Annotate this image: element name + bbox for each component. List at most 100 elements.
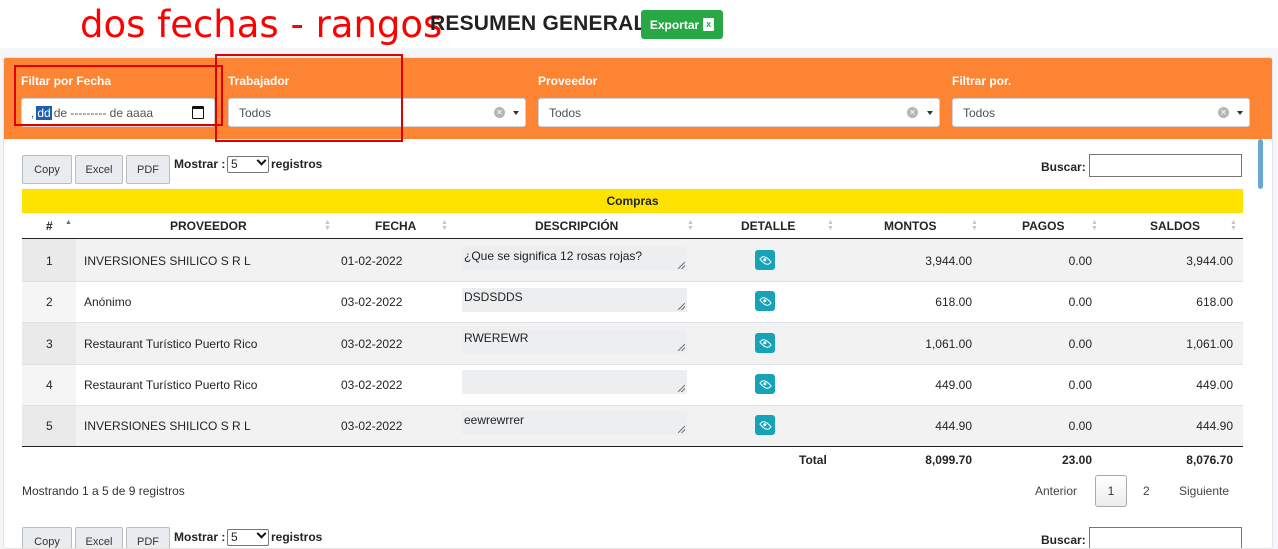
length-suffix: registros bbox=[271, 157, 323, 171]
vertical-scrollbar[interactable] bbox=[1258, 139, 1263, 189]
row-fecha: 01-02-2022 bbox=[341, 254, 403, 268]
row-proveedor: INVERSIONES SHILICO S R L bbox=[84, 254, 251, 268]
description-textarea[interactable]: eewrewrrer bbox=[462, 411, 687, 435]
clear-icon[interactable]: ✕ bbox=[1218, 107, 1229, 118]
sort-icon: ▲ ▼ bbox=[441, 219, 448, 232]
detail-button[interactable] bbox=[755, 415, 775, 435]
row-pagos: 0.00 bbox=[1068, 295, 1092, 309]
row-proveedor: Restaurant Turístico Puerto Rico bbox=[84, 378, 258, 392]
column-header-proveedor[interactable]: PROVEEDOR bbox=[170, 214, 247, 238]
search-label: Buscar: bbox=[1041, 160, 1086, 174]
total-saldos: 8,076.70 bbox=[1186, 453, 1233, 467]
row-fecha: 03-02-2022 bbox=[341, 337, 403, 351]
chevron-down-icon bbox=[256, 528, 267, 539]
copy-button[interactable]: Copy bbox=[22, 155, 72, 184]
resize-grip-icon[interactable] bbox=[678, 344, 685, 351]
chevron-down-icon bbox=[927, 111, 933, 115]
filtrar-select[interactable]: Todos ✕ bbox=[952, 98, 1250, 127]
row-saldos: 618.00 bbox=[1196, 295, 1233, 309]
chevron-down-icon bbox=[1237, 111, 1243, 115]
clear-icon[interactable]: ✕ bbox=[907, 107, 918, 118]
filtrar-label: Filtrar por. bbox=[952, 74, 1012, 88]
search-input-bottom[interactable] bbox=[1089, 527, 1242, 548]
resize-grip-icon[interactable] bbox=[678, 426, 685, 433]
eye-icon bbox=[758, 253, 772, 267]
description-textarea[interactable]: RWEREWR bbox=[462, 329, 687, 353]
row-pagos: 0.00 bbox=[1068, 254, 1092, 268]
chevron-down-icon bbox=[256, 155, 267, 166]
column-header-montos[interactable]: MONTOS bbox=[884, 214, 936, 238]
length-value: 5 bbox=[231, 157, 238, 171]
length-select-bottom[interactable]: 5 bbox=[227, 528, 269, 546]
chevron-down-icon bbox=[513, 111, 519, 115]
description-textarea[interactable] bbox=[462, 370, 687, 394]
pagination-page-1[interactable]: 1 bbox=[1095, 475, 1127, 507]
eye-icon bbox=[758, 336, 772, 350]
row-pagos: 0.00 bbox=[1068, 419, 1092, 433]
clear-icon[interactable]: ✕ bbox=[494, 107, 505, 118]
copy-button-bottom[interactable]: Copy bbox=[22, 527, 72, 548]
proveedor-label: Proveedor bbox=[538, 74, 598, 88]
column-header-saldos[interactable]: SALDOS bbox=[1150, 214, 1200, 238]
date-prefix: , bbox=[31, 105, 35, 120]
sort-icon: ▲ ▼ bbox=[827, 219, 834, 232]
annotation-title: dos fechas - rangos bbox=[80, 3, 443, 46]
row-montos: 3,944.00 bbox=[925, 254, 972, 268]
proveedor-select[interactable]: Todos ✕ bbox=[538, 98, 940, 127]
detail-button[interactable] bbox=[755, 291, 775, 311]
sort-icon: ▲ ▼ bbox=[1230, 219, 1237, 232]
row-saldos: 444.90 bbox=[1196, 419, 1233, 433]
filter-bar: Filtar por Fecha , dd de --------- de aaaa… bbox=[4, 58, 1272, 139]
calendar-icon[interactable] bbox=[192, 106, 204, 119]
pagination-next[interactable]: Siguiente bbox=[1179, 484, 1229, 498]
column-header-descripcion[interactable]: DESCRIPCIÓN bbox=[535, 214, 618, 238]
resize-grip-icon[interactable] bbox=[678, 385, 685, 392]
trabajador-select[interactable]: Todos ✕ bbox=[228, 98, 526, 127]
description-textarea[interactable]: DSDSDDS bbox=[462, 288, 687, 312]
row-number: 1 bbox=[46, 254, 53, 268]
row-fecha: 03-02-2022 bbox=[341, 378, 403, 392]
length-select[interactable]: 5 bbox=[227, 155, 269, 173]
eye-icon bbox=[758, 377, 772, 391]
sort-icon: ▲ ▼ bbox=[971, 219, 978, 232]
eye-icon bbox=[758, 418, 772, 432]
date-filter-label: Filtar por Fecha bbox=[21, 74, 112, 88]
column-header-number[interactable]: # bbox=[46, 214, 53, 238]
detail-button[interactable] bbox=[755, 333, 775, 353]
page-title: RESUMEN GENERAL bbox=[430, 12, 647, 35]
total-montos: 8,099.70 bbox=[925, 453, 972, 467]
length-label-bottom: Mostrar : bbox=[174, 530, 226, 544]
proveedor-value: Todos bbox=[549, 105, 582, 120]
pagination-previous[interactable]: Anterior bbox=[1035, 484, 1077, 498]
column-header-detalle[interactable]: DETALLE bbox=[741, 214, 795, 238]
resize-grip-icon[interactable] bbox=[678, 262, 685, 269]
detail-button[interactable] bbox=[755, 374, 775, 394]
table-info: Mostrando 1 a 5 de 9 registros bbox=[22, 484, 185, 498]
row-number: 3 bbox=[46, 337, 53, 351]
detail-button[interactable] bbox=[755, 250, 775, 270]
summary-card: Filtar por Fecha , dd de --------- de aaaa… bbox=[3, 57, 1273, 549]
excel-button-bottom[interactable]: Excel bbox=[75, 527, 123, 548]
total-label: Total bbox=[799, 453, 827, 467]
row-descripcion: DSDSDDS bbox=[464, 290, 523, 304]
export-button[interactable]: Exportar x bbox=[641, 10, 723, 39]
sort-icon: ▲ ▼ bbox=[324, 219, 331, 232]
length-suffix-bottom: registros bbox=[271, 530, 323, 544]
column-header-pagos[interactable]: PAGOS bbox=[1022, 214, 1064, 238]
pdf-button[interactable]: PDF bbox=[126, 155, 170, 184]
length-value-bottom: 5 bbox=[231, 530, 238, 544]
description-textarea[interactable]: ¿Que se significa 12 rosas rojas? bbox=[462, 247, 687, 271]
total-divider bbox=[22, 446, 1243, 447]
pagination-page-2[interactable]: 2 bbox=[1143, 484, 1150, 498]
pdf-button-bottom[interactable]: PDF bbox=[126, 527, 170, 548]
date-filter-input[interactable]: , dd de --------- de aaaa bbox=[21, 98, 215, 127]
excel-button[interactable]: Excel bbox=[75, 155, 123, 184]
column-header-fecha[interactable]: FECHA bbox=[375, 214, 416, 238]
sort-icon: ▲ bbox=[65, 219, 72, 226]
search-input[interactable] bbox=[1089, 154, 1242, 177]
total-pagos: 23.00 bbox=[1061, 453, 1092, 467]
row-saldos: 1,061.00 bbox=[1186, 337, 1233, 351]
row-proveedor: INVERSIONES SHILICO S R L bbox=[84, 419, 251, 433]
row-fecha: 03-02-2022 bbox=[341, 419, 403, 433]
resize-grip-icon[interactable] bbox=[678, 303, 685, 310]
